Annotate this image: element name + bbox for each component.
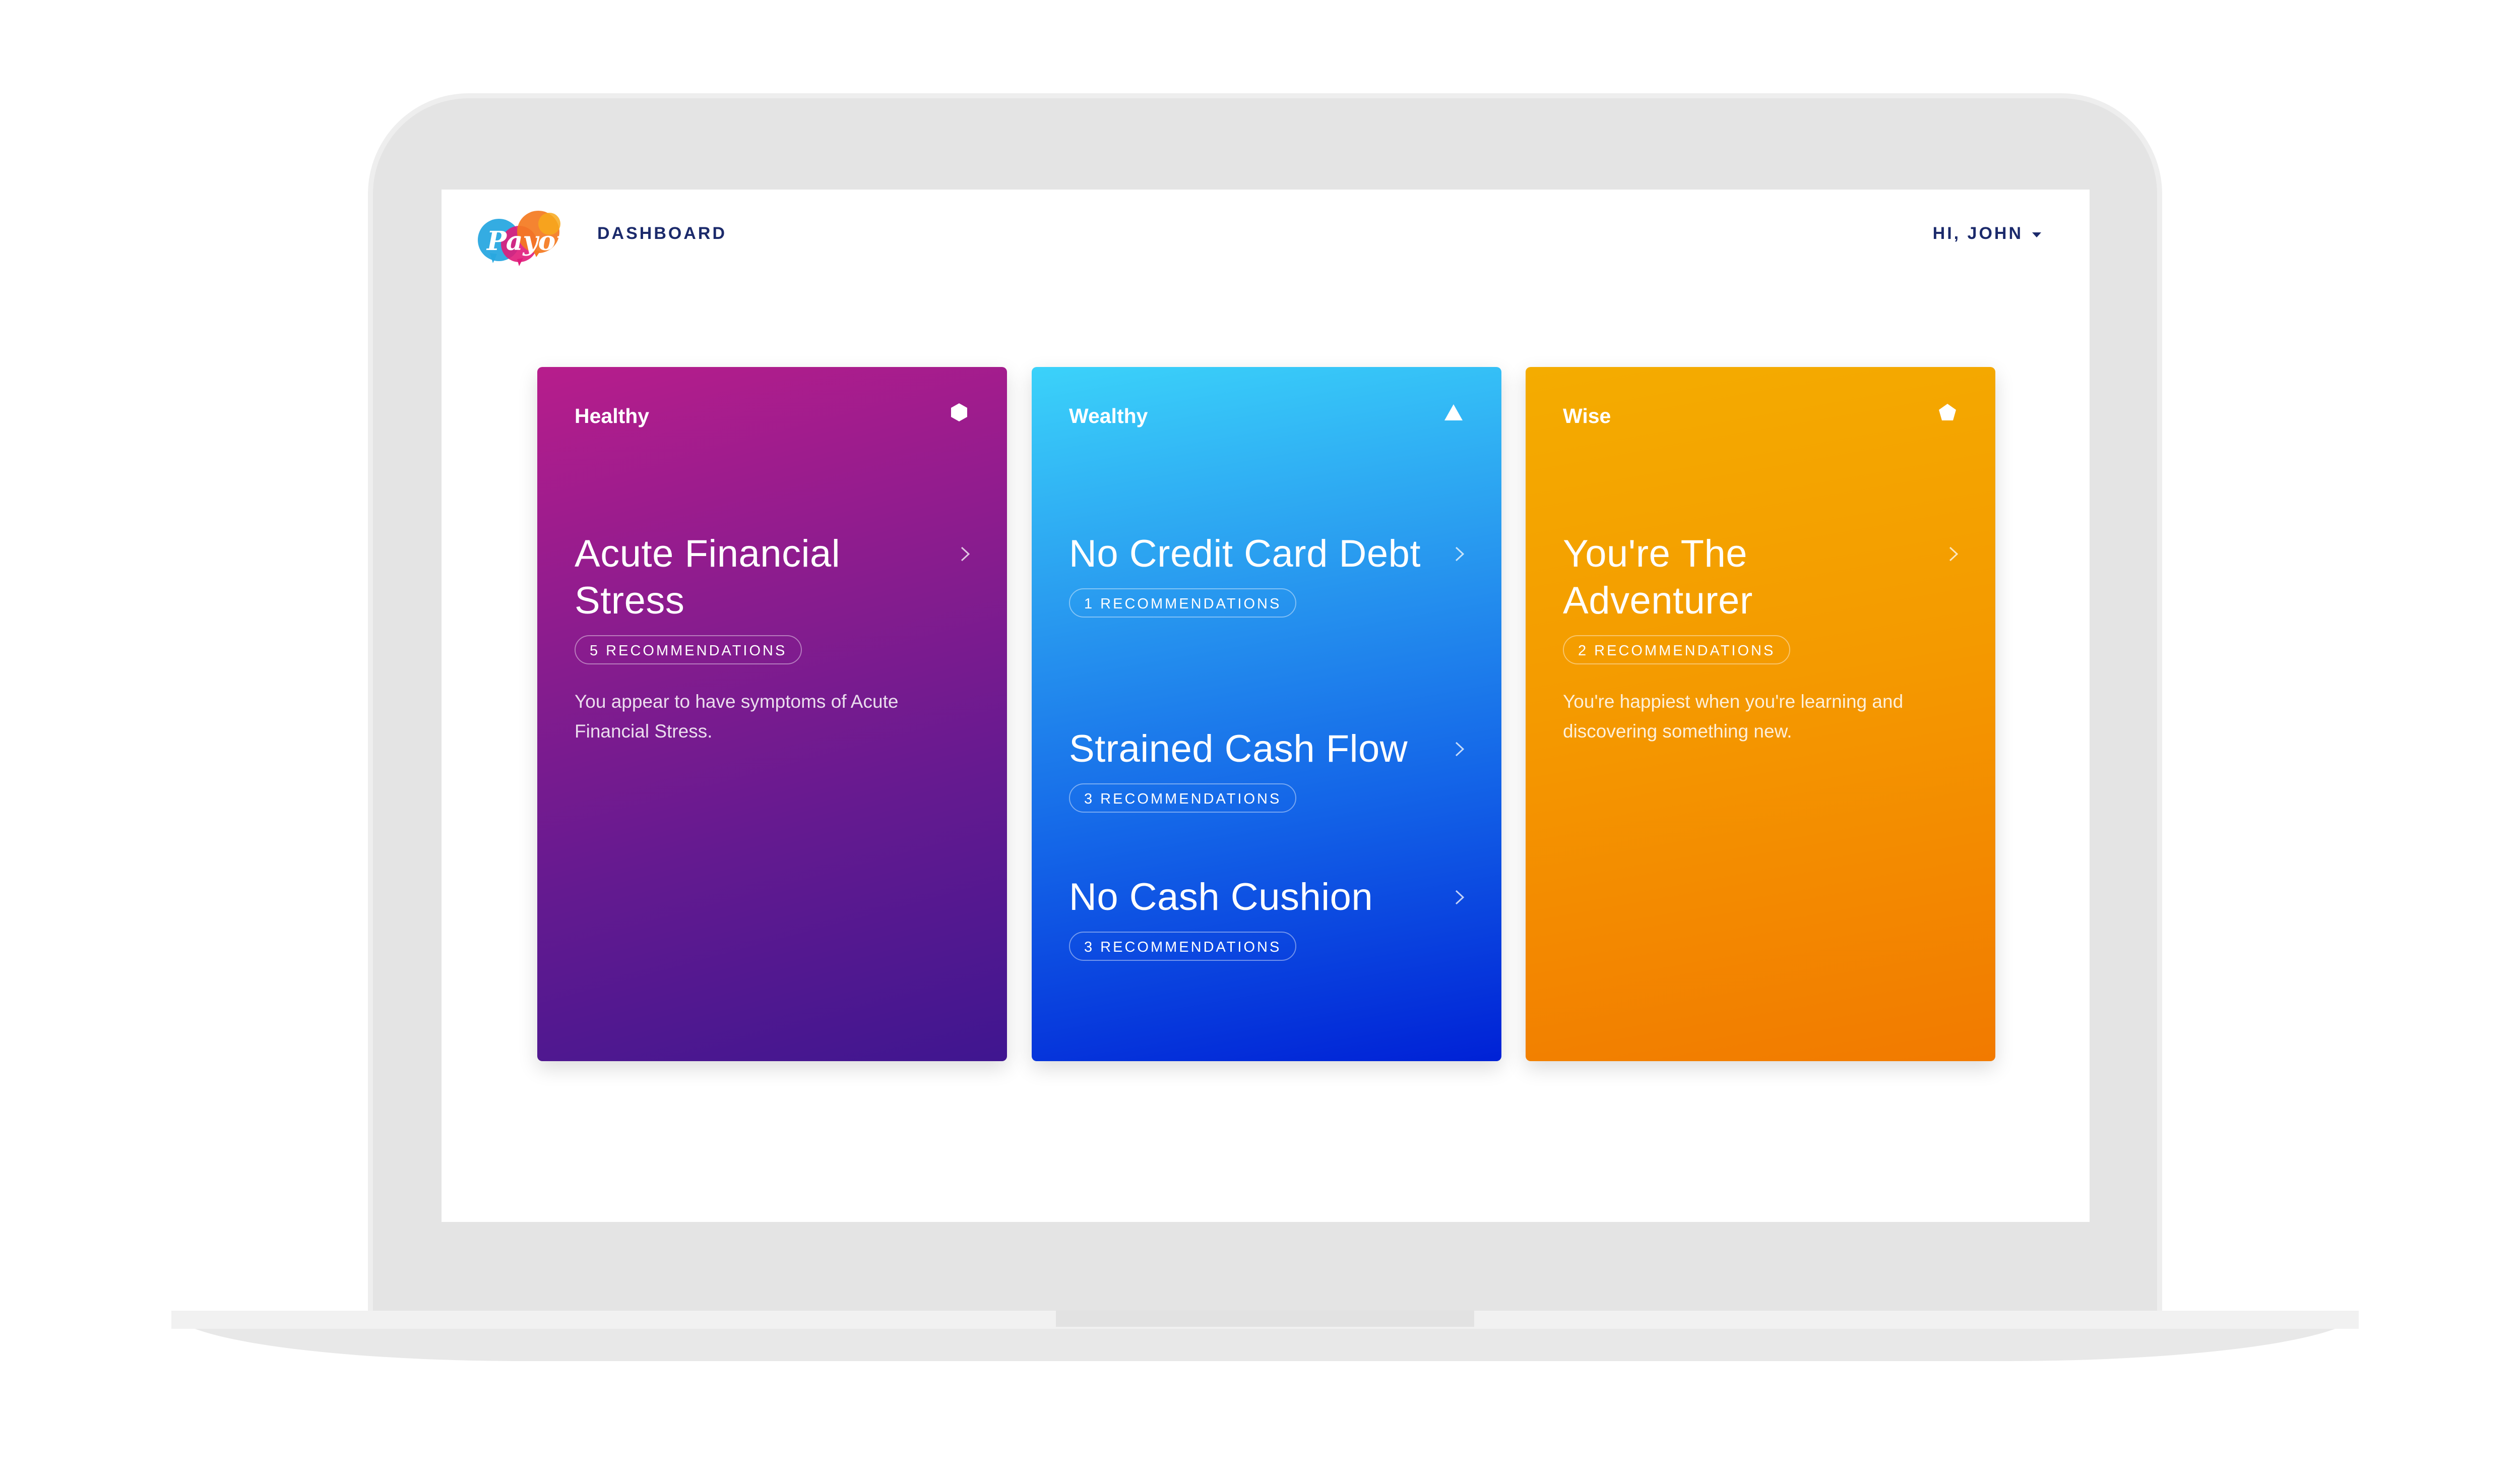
laptop-mockup: Payoff DASHBOARD HI, JOHN Healthy Acute …: [0, 0, 2520, 1473]
item-title: You're The Adventurer: [1563, 532, 1753, 622]
payoff-logo[interactable]: Payoff: [469, 204, 564, 269]
user-greeting: HI, JOHN: [1932, 224, 2023, 243]
item-title: Strained Cash Flow: [1069, 727, 1408, 770]
item-description: You appear to have symptoms of Acute Fin…: [575, 691, 899, 742]
recommendations-badge: 1 RECOMMENDATIONS: [1069, 588, 1297, 618]
chevron-right-icon: [1455, 890, 1465, 905]
chevron-right-icon: [1455, 546, 1465, 562]
card-item-no-cash-cushion[interactable]: No Cash Cushion 3 RECOMMENDATIONS: [1069, 874, 1466, 961]
recommendations-badge: 5 RECOMMENDATIONS: [575, 635, 802, 664]
card-item-youre-the-adventurer[interactable]: You're The Adventurer 2 RECOMMENDATIONS …: [1563, 530, 1960, 746]
user-menu[interactable]: HI, JOHN: [1933, 224, 2041, 243]
chevron-down-icon: [2032, 232, 2041, 237]
item-description: You're happiest when you're learning and…: [1563, 691, 1904, 742]
card-item-strained-cash-flow[interactable]: Strained Cash Flow 3 RECOMMENDATIONS: [1069, 725, 1466, 813]
recommendations-badge: 3 RECOMMENDATIONS: [1069, 932, 1297, 961]
triangle-icon: [1444, 404, 1463, 420]
card-item-acute-financial-stress[interactable]: Acute Financial Stress 5 RECOMMENDATIONS…: [575, 530, 972, 746]
recommendations-badge: 3 RECOMMENDATIONS: [1069, 783, 1297, 813]
card-healthy: Healthy Acute Financial Stress 5 RECOMME…: [537, 367, 1007, 1061]
recommendations-badge: 2 RECOMMENDATIONS: [1563, 635, 1791, 664]
item-title: No Credit Card Debt: [1069, 532, 1421, 575]
pentagon-icon: [1939, 404, 1956, 420]
card-label: Healthy: [575, 404, 650, 427]
chevron-right-icon: [1949, 546, 1959, 562]
chevron-right-icon: [1455, 742, 1465, 757]
card-label: Wise: [1563, 404, 1611, 427]
card-wise: Wise You're The Adventurer 2 RECOMMENDAT…: [1526, 367, 1995, 1061]
card-item-no-credit-card-debt[interactable]: No Credit Card Debt 1 RECOMMENDATIONS: [1069, 530, 1466, 618]
item-title: Acute Financial Stress: [575, 532, 841, 622]
hexagon-icon: [951, 403, 967, 421]
nav-dashboard-link[interactable]: DASHBOARD: [597, 224, 727, 243]
card-label: Wealthy: [1069, 404, 1148, 427]
item-title: No Cash Cushion: [1069, 876, 1373, 918]
laptop-hinge-notch: [1056, 1311, 1474, 1327]
card-wealthy: Wealthy No Credit Card Debt 1 RECOMMENDA…: [1032, 367, 1501, 1061]
app-screen: Payoff DASHBOARD HI, JOHN Healthy Acute …: [442, 190, 2090, 1222]
svg-text:Payoff: Payoff: [486, 226, 564, 257]
chevron-right-icon: [961, 546, 970, 562]
